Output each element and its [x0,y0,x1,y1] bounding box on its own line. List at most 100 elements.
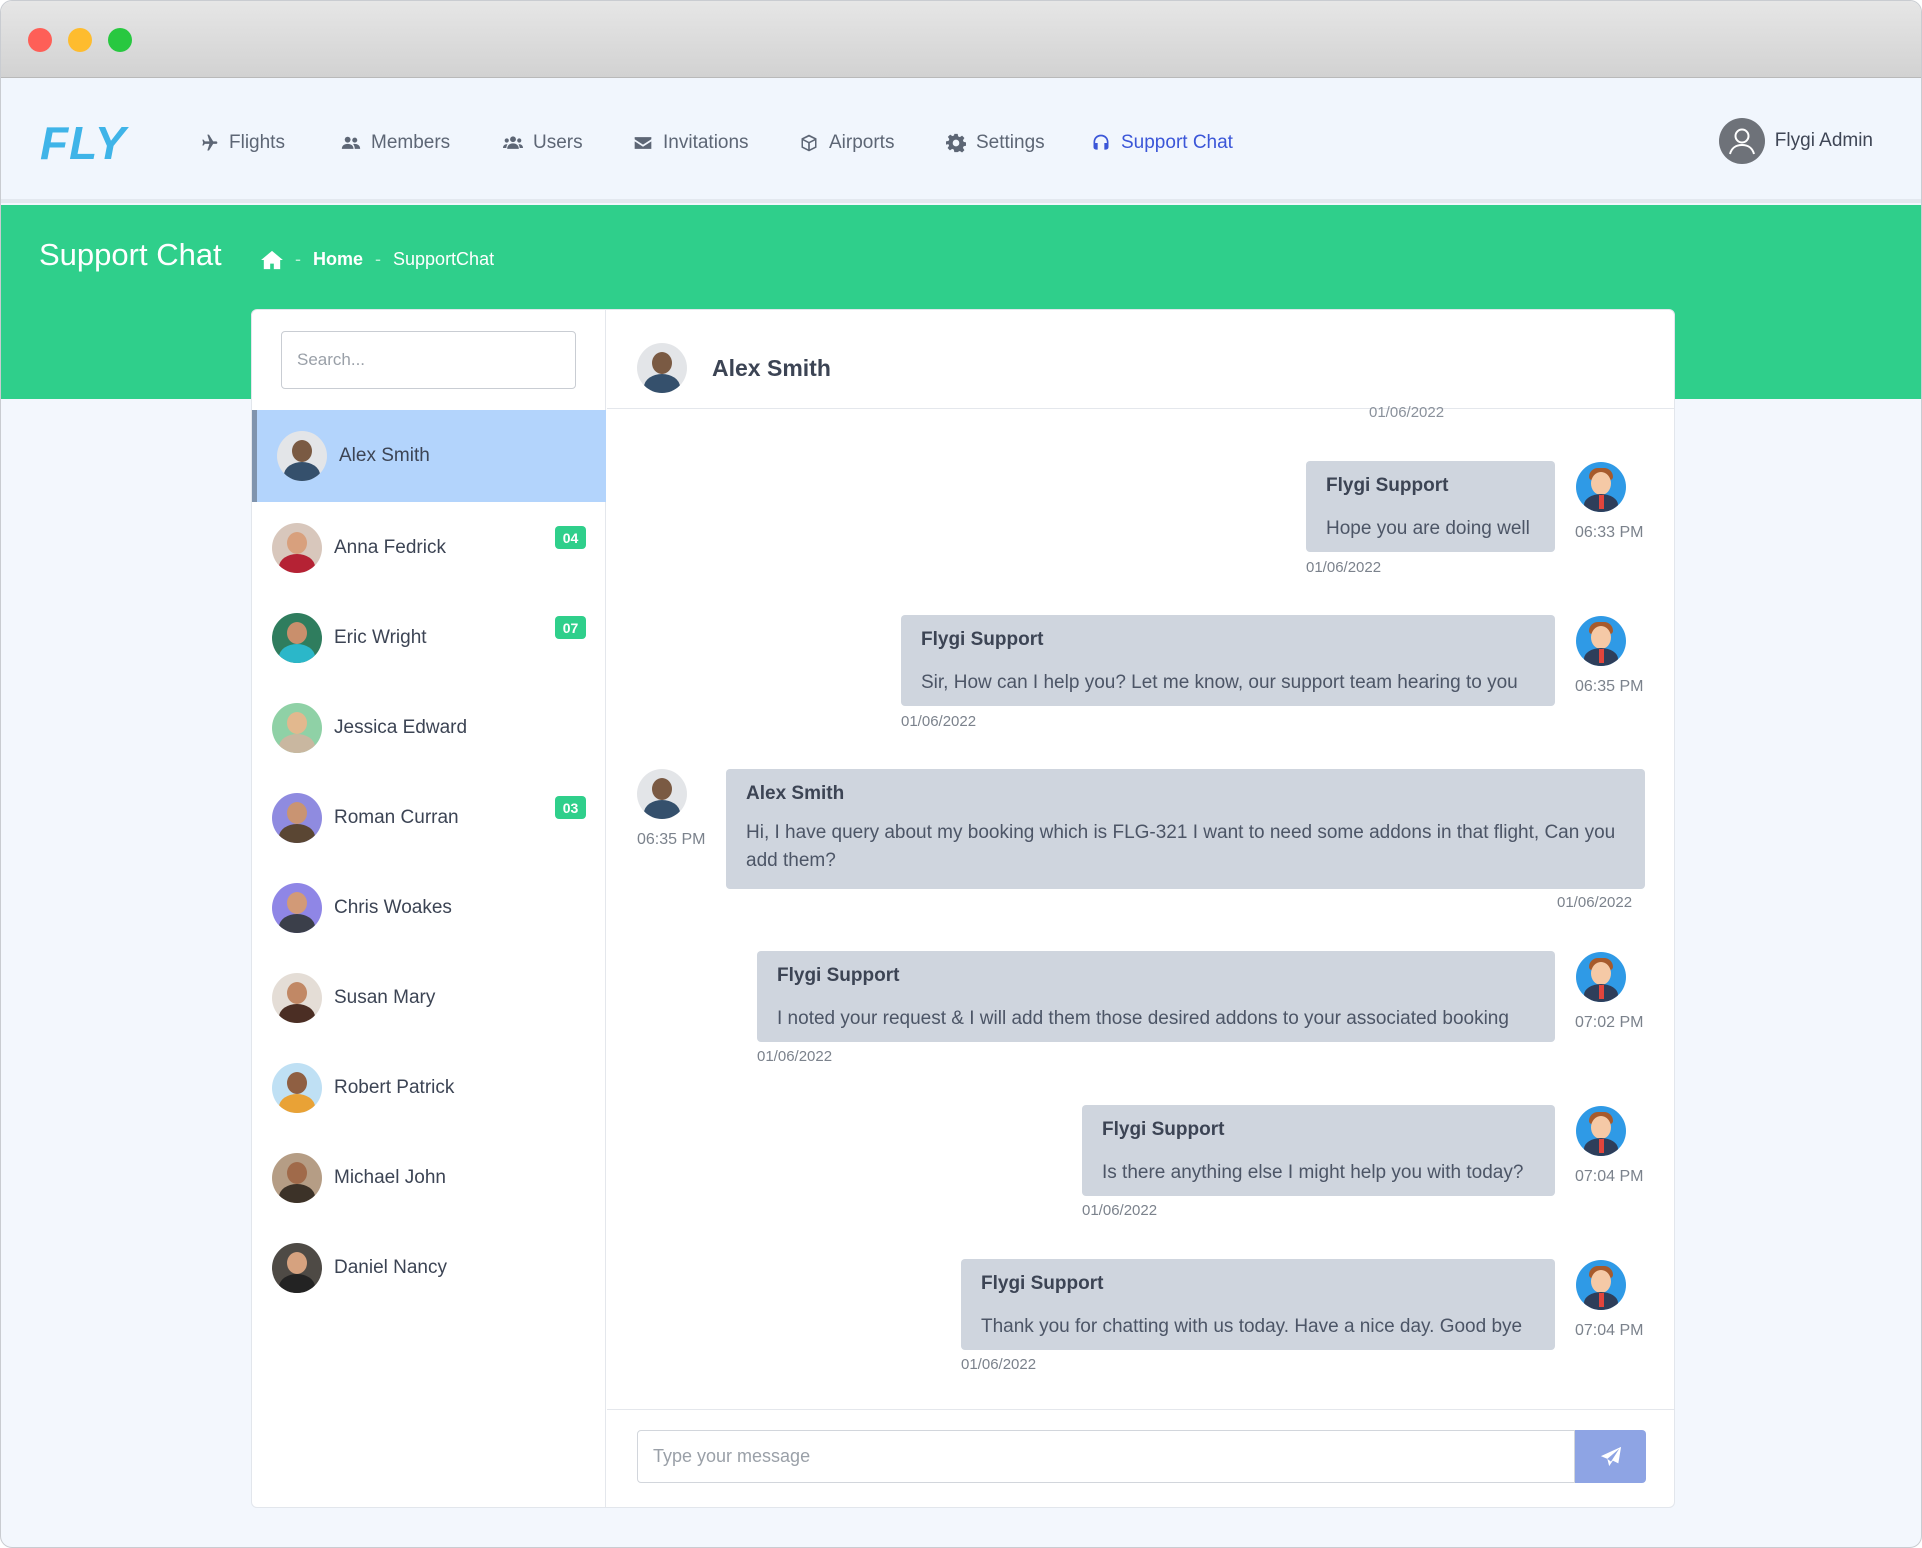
contact-item-alex-smith[interactable]: Alex Smith [252,410,606,502]
profile-avatar [1718,118,1765,164]
message-bubble: Flygi Support Is there anything else I m… [1082,1105,1555,1196]
contact-item-chris-woakes[interactable]: Chris Woakes [252,862,606,954]
contact-avatar [272,1243,322,1293]
contact-item-jessica-edward[interactable]: Jessica Edward [252,682,606,774]
home-icon[interactable] [261,250,283,270]
nav-item-label: Support Chat [1121,132,1233,153]
contact-name: Michael John [334,1167,446,1188]
nav-item-label: Settings [976,132,1045,153]
contact-item-eric-wright[interactable]: Eric Wright 07 [252,592,606,684]
alex-smith-avatar [637,769,687,819]
contact-item-michael-john[interactable]: Michael John [252,1132,606,1224]
headset-icon [1093,134,1109,150]
message-date: 01/06/2022 [757,1048,833,1065]
contact-list-panel: Alex Smith Anna Fedrick 04 Eric Wright 0… [252,310,606,1507]
contact-avatar [272,883,322,933]
fly-logo[interactable]: FLY [40,116,126,170]
page-title: Support Chat [39,237,222,272]
message-text: Thank you for chatting with us today. Ha… [981,1316,1523,1337]
contact-item-roman-curran[interactable]: Roman Curran 03 [252,772,606,864]
breadcrumb-home-link[interactable]: Home [313,249,363,270]
chat-panel: Alex Smith Anna Fedrick 04 Eric Wright 0… [251,309,1675,1508]
nav-item-airports[interactable]: Airports [799,128,894,158]
message-bubble: Alex Smith Hi, I have query about my boo… [726,769,1645,889]
nav-item-label: Invitations [663,132,749,153]
contact-item-susan-mary[interactable]: Susan Mary [252,952,606,1044]
message-date: 01/06/2022 [961,1356,1037,1373]
search-input[interactable] [282,332,575,388]
message-sender: Flygi Support [981,1273,1104,1294]
nav-item-label: Users [533,132,583,153]
message-date: 01/06/2022 [1557,894,1633,911]
unread-badge: 07 [555,616,586,639]
nav-item-support-chat[interactable]: Support Chat [1091,128,1233,158]
support-avatar [1576,1106,1626,1156]
support-avatar [1576,616,1626,666]
contact-name: Eric Wright [334,627,427,648]
contact-item-daniel-nancy[interactable]: Daniel Nancy [252,1222,606,1314]
support-avatar [1576,1260,1626,1310]
profile-menu[interactable]: Flygi Admin [1718,118,1873,164]
support-avatar [1576,462,1626,512]
message-time: 07:04 PM [1575,1168,1644,1185]
contact-avatar [277,431,327,481]
message-sender: Flygi Support [1326,475,1449,496]
cube-icon [801,134,817,152]
search-box [281,331,576,389]
profile-name: Flygi Admin [1774,130,1873,151]
send-button[interactable] [1575,1430,1646,1483]
contact-item-robert-patrick[interactable]: Robert Patrick [252,1042,606,1134]
message-text: Is there anything else I might help you … [1102,1162,1524,1183]
nav-item-invitations[interactable]: Invitations [633,128,749,158]
message-input[interactable] [637,1430,1575,1483]
nav-item-members[interactable]: Members [341,128,450,158]
contact-name: Daniel Nancy [334,1257,447,1278]
window-titlebar [1,1,1921,78]
contact-name: Jessica Edward [334,717,468,738]
message-sender: Flygi Support [1102,1119,1225,1140]
user-avatar-icon [1728,128,1755,155]
nav-item-label: Members [371,132,451,153]
contact-avatar [272,1063,322,1113]
users-icon [503,136,523,149]
contact-item-anna-fedrick[interactable]: Anna Fedrick 04 [252,502,606,594]
message-bubble: Flygi Support I noted your request & I w… [757,951,1555,1042]
contact-name: Chris Woakes [334,897,452,918]
message-date: 01/06/2022 [1306,559,1382,576]
message-sender: Alex Smith [746,783,845,804]
message-bubble: Flygi Support Hope you are doing well [1306,461,1555,552]
breadcrumb-separator: - [295,249,301,269]
message-text: I noted your request & I will add them t… [777,1008,1509,1029]
message-time: 07:02 PM [1575,1014,1644,1031]
message-time: 06:33 PM [1575,524,1644,541]
nav-item-label: Flights [229,132,285,153]
minimize-window-button[interactable] [68,28,92,52]
contact-avatar [272,1153,322,1203]
nav-item-users[interactable]: Users [503,128,583,158]
nav-item-label: Airports [829,132,895,153]
conversation-title: Alex Smith [712,355,831,381]
maximize-window-button[interactable] [108,28,132,52]
close-window-button[interactable] [28,28,52,52]
message-time: 06:35 PM [1575,678,1644,695]
contact-name: Susan Mary [334,987,436,1008]
conversation-avatar [637,343,687,393]
contact-name: Robert Patrick [334,1077,455,1098]
contact-name: Roman Curran [334,807,459,828]
unread-badge: 03 [555,796,586,819]
message-composer [607,1409,1674,1507]
breadcrumb-current: SupportChat [393,249,495,269]
plane-icon [202,134,218,151]
conversation-header: Alex Smith [607,310,1674,409]
message-text: Hi, I have query about my booking which … [746,822,1616,871]
envelope-icon [634,137,652,149]
contact-avatar [272,703,322,753]
gear-icon [946,133,966,153]
message-time: 07:04 PM [1575,1322,1644,1339]
nav-item-flights[interactable]: Flights [199,128,285,158]
send-icon [1600,1446,1621,1466]
browser-window: FLY Flights Members Users Invitations Ai… [0,0,1922,1548]
nav-item-settings[interactable]: Settings [946,128,1045,158]
unread-badge: 04 [555,526,586,549]
message-text: Sir, How can I help you? Let me know, ou… [921,672,1518,693]
